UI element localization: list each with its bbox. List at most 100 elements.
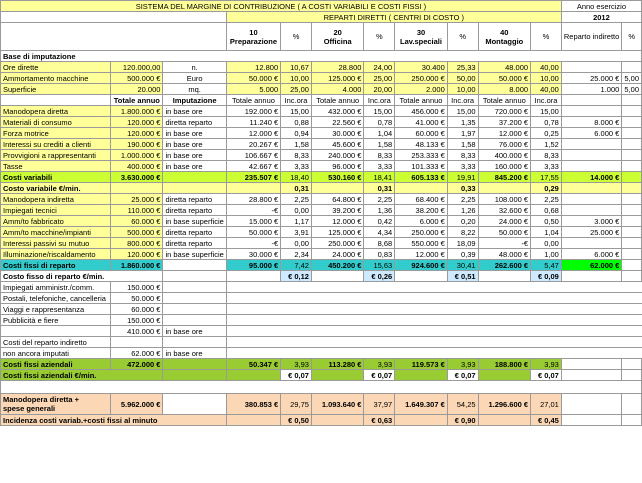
dept-amount-cell[interactable]: 48.000: [477, 61, 532, 73]
row-imputazione[interactable]: diretta reparto: [162, 193, 227, 205]
indirect-pct-cell[interactable]: [621, 193, 642, 205]
dept-amount-cell[interactable]: 68.400 €: [394, 193, 448, 205]
dept-amount-cell[interactable]: 432.000 €: [310, 105, 365, 117]
dept-pct-cell[interactable]: 25,00: [363, 72, 396, 84]
dept-pct-cell[interactable]: 3,33: [530, 160, 562, 172]
indirect-amount-cell[interactable]: [560, 105, 623, 117]
row-imputazione[interactable]: [162, 336, 227, 348]
dept-amount-cell[interactable]: 50.000 €: [477, 72, 532, 84]
indirect-amount-cell[interactable]: [560, 138, 623, 150]
dept-amount-cell[interactable]: 250.000 €: [394, 226, 448, 238]
row-imputazione[interactable]: in base ore: [162, 347, 227, 359]
dept-pct-cell[interactable]: 8,22: [446, 226, 479, 238]
indirect-pct-cell[interactable]: [621, 248, 642, 260]
sheet-title[interactable]: SISTEMA DEL MARGINE DI CONTRIBUZIONE ( A…: [0, 0, 562, 12]
dept-pct-cell[interactable]: 0,25: [530, 127, 562, 139]
indirect-pct-cell[interactable]: [621, 215, 642, 227]
row-imputazione[interactable]: in base superficie: [162, 248, 227, 260]
row-imputazione[interactable]: in base ore: [162, 160, 227, 172]
indirect-amount-cell[interactable]: [560, 237, 623, 249]
row-imputazione[interactable]: [162, 314, 227, 326]
row-imputazione[interactable]: [162, 281, 227, 293]
dept-pct-cell[interactable]: 1,17: [280, 215, 312, 227]
dept-amount-cell[interactable]: 24.000 €: [310, 248, 365, 260]
row-total[interactable]: 60.000 €: [110, 215, 164, 227]
dept-amount-cell[interactable]: 64.800 €: [310, 193, 365, 205]
row-imputazione[interactable]: in base ore: [162, 105, 227, 117]
dept-amount-cell[interactable]: 12.000 €: [477, 127, 532, 139]
dept-pct-cell[interactable]: 1,26: [446, 204, 479, 216]
indirect-pct-cell[interactable]: [621, 127, 642, 139]
dept-pct-cell[interactable]: 10,00: [446, 83, 479, 95]
indirect-amount-cell[interactable]: [560, 61, 623, 73]
dept-10-header[interactable]: 10 Preparazione: [225, 22, 282, 51]
dept-pct-cell[interactable]: 1,36: [363, 204, 396, 216]
dept-pct-cell[interactable]: 50,00: [446, 72, 479, 84]
dept-amount-cell[interactable]: 160.000 €: [477, 160, 532, 172]
indirect-amount-cell[interactable]: 25.000 €: [560, 226, 623, 238]
dept-amount-cell[interactable]: 39.200 €: [310, 204, 365, 216]
dept-pct-cell[interactable]: 8,68: [363, 237, 396, 249]
row-total[interactable]: [110, 336, 164, 348]
row-imputazione[interactable]: diretta reparto: [162, 116, 227, 128]
row-label[interactable]: Manodopera diretta: [0, 105, 112, 117]
row-label[interactable]: Interessi passivi su mutuo: [0, 237, 112, 249]
dept-pct-cell[interactable]: 1,04: [363, 127, 396, 139]
dept-pct-cell[interactable]: 1,00: [530, 248, 562, 260]
dept-amount-cell[interactable]: 12.000 €: [394, 248, 448, 260]
dept-amount-cell[interactable]: 400.000 €: [477, 149, 532, 161]
dept-amount-cell[interactable]: 45.600 €: [310, 138, 365, 150]
indirect-amount-cell[interactable]: 6.000 €: [560, 248, 623, 260]
row-total[interactable]: 400.000 €: [110, 160, 164, 172]
row-imputazione[interactable]: in base superficie: [162, 215, 227, 227]
indirect-amount-cell[interactable]: [560, 149, 623, 161]
indirect-pct-cell[interactable]: [621, 149, 642, 161]
row-label[interactable]: Interessi su crediti a clienti: [0, 138, 112, 150]
dept-amount-cell[interactable]: 108.000 €: [477, 193, 532, 205]
row-label[interactable]: Costi del reparto indiretto: [0, 336, 112, 348]
dept-30-header[interactable]: 30 Lav.speciali: [394, 22, 448, 51]
indirect-amount-cell[interactable]: 1.000: [560, 83, 623, 95]
indirect-pct-cell[interactable]: [621, 160, 642, 172]
dept-20-header[interactable]: 20 Officina: [310, 22, 365, 51]
dept-pct-cell[interactable]: 0,00: [280, 237, 312, 249]
dept-pct-cell[interactable]: 3,33: [446, 160, 479, 172]
dept-pct-cell[interactable]: 10,67: [280, 61, 312, 73]
row-total[interactable]: 25.000 €: [110, 193, 164, 205]
dept-amount-cell[interactable]: 48.133 €: [394, 138, 448, 150]
row-label[interactable]: Provvigioni a rappresentanti: [0, 149, 112, 161]
dept-amount-cell[interactable]: 8.000: [477, 83, 532, 95]
dept-pct-cell[interactable]: 8,33: [446, 149, 479, 161]
indirect-pct-cell[interactable]: [621, 61, 642, 73]
base-section-label[interactable]: Base di imputazione: [0, 50, 642, 62]
row-total[interactable]: 410.000 €: [110, 325, 164, 337]
dept-pct-cell[interactable]: 0,20: [446, 215, 479, 227]
dept-pct-cell[interactable]: 0,00: [280, 204, 312, 216]
dept-amount-cell[interactable]: 60.000 €: [394, 127, 448, 139]
row-imputazione[interactable]: [162, 303, 227, 315]
row-total[interactable]: 150.000 €: [110, 281, 164, 293]
dept-amount-cell[interactable]: 38.200 €: [394, 204, 448, 216]
dept-pct-cell[interactable]: 8,33: [530, 149, 562, 161]
dept-pct-cell[interactable]: 1,04: [530, 226, 562, 238]
dept-amount-cell[interactable]: 96.000 €: [310, 160, 365, 172]
dept-pct-cell[interactable]: 0,78: [363, 116, 396, 128]
dept-pct-cell[interactable]: 8,33: [280, 149, 312, 161]
row-imputazione[interactable]: [162, 292, 227, 304]
row-label[interactable]: Ore dirette: [0, 61, 112, 73]
dept-amount-cell[interactable]: 12.800: [225, 61, 282, 73]
indirect-header[interactable]: Reparto indiretto: [560, 22, 623, 51]
dept-amount-cell[interactable]: 32.600 €: [477, 204, 532, 216]
row-total[interactable]: 50.000 €: [110, 292, 164, 304]
dept-amount-cell[interactable]: 50.000 €: [477, 226, 532, 238]
indirect-amount-cell[interactable]: 25.000 €: [560, 72, 623, 84]
dept-pct-cell[interactable]: 0,39: [446, 248, 479, 260]
indirect-amount-cell[interactable]: [560, 204, 623, 216]
dept-amount-cell[interactable]: 192.000 €: [225, 105, 282, 117]
dept-pct-cell[interactable]: 20,00: [363, 83, 396, 95]
dept-amount-cell[interactable]: 456.000 €: [394, 105, 448, 117]
dept-pct-cell[interactable]: 10,00: [530, 72, 562, 84]
dept-pct-cell[interactable]: 0,94: [280, 127, 312, 139]
dept-pct-cell[interactable]: 1,52: [530, 138, 562, 150]
row-label[interactable]: Ammortamento macchine: [0, 72, 112, 84]
